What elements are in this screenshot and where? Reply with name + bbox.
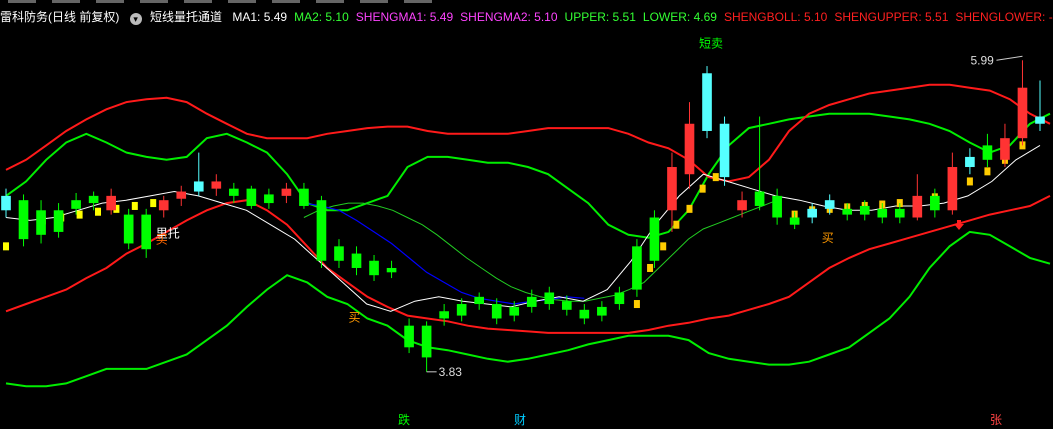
candlestick-chart: 5.993.83里托买买短卖买跌财张: [1, 36, 1051, 427]
candle-body: [772, 195, 782, 218]
candle-body: [1017, 87, 1028, 139]
candle-body: [386, 267, 397, 273]
candle-body: [561, 301, 572, 310]
candle-body: [316, 200, 327, 261]
candle-body: [509, 306, 520, 316]
signal-label-3: 短卖: [699, 36, 723, 50]
candle-body: [737, 200, 747, 211]
candle-body: [246, 188, 257, 206]
candle-body: [123, 214, 134, 244]
high-price-label: 5.99: [970, 53, 994, 67]
yellow-marker: [686, 204, 693, 213]
candle-body: [193, 181, 204, 192]
candle-body: [947, 167, 958, 211]
candle-body: [649, 217, 660, 261]
low-price-label: 3.83: [439, 365, 463, 379]
candle-body: [106, 195, 116, 211]
yellow-marker: [633, 300, 640, 309]
yellow-marker: [150, 199, 157, 208]
candle-body: [632, 246, 642, 290]
candle-body: [334, 246, 344, 261]
candle-body: [1035, 116, 1045, 124]
candle-body: [702, 73, 712, 131]
candle-body: [264, 194, 274, 204]
high-marker-arrow: [996, 55, 1023, 61]
yellow-marker: [95, 207, 102, 216]
candle-body: [88, 195, 99, 204]
candle-body: [930, 195, 940, 211]
candle-body: [53, 210, 64, 232]
candle-body: [579, 309, 590, 319]
candle-body: [807, 208, 817, 218]
candle-body: [824, 200, 835, 209]
candle-body: [404, 325, 414, 348]
candle-body: [158, 200, 169, 211]
shengma2-line: [303, 202, 585, 305]
yellow-marker: [76, 210, 83, 219]
candle-body: [456, 304, 467, 316]
candle-body: [36, 210, 46, 235]
yellow-marker: [131, 201, 138, 210]
bottom-label-1: 财: [514, 413, 526, 427]
upper-band-line: [5, 112, 1051, 239]
yellow-marker: [647, 263, 654, 272]
candle-body: [281, 188, 292, 196]
yellow-marker: [660, 242, 667, 251]
candle-body: [1000, 138, 1010, 160]
candle-body: [176, 191, 187, 199]
candle-body: [369, 260, 379, 276]
bottom-label-2: 张: [990, 413, 1002, 427]
candle-body: [912, 195, 923, 218]
candle-body: [544, 292, 555, 305]
candle-body: [1, 195, 11, 211]
yellow-marker: [3, 242, 9, 251]
candle-body: [754, 191, 765, 206]
yellow-marker: [699, 184, 706, 193]
candle-body: [614, 292, 625, 305]
candle-body: [684, 123, 695, 175]
candle-body: [894, 208, 905, 218]
candle-body: [526, 296, 537, 307]
candle-body: [211, 181, 222, 189]
ma2-line: [303, 199, 778, 302]
yellow-marker: [966, 177, 973, 186]
bottom-label-0: 跌: [398, 412, 410, 427]
candle-body: [877, 208, 888, 218]
candle-body: [719, 123, 730, 178]
lower-band-line: [5, 230, 1051, 388]
candle-body: [982, 145, 993, 160]
candle-body: [474, 296, 485, 305]
candle-body: [351, 253, 362, 268]
candle-body: [789, 217, 800, 225]
candle-body: [859, 205, 870, 215]
candle-body: [965, 156, 975, 168]
candle-body: [667, 167, 677, 211]
signal-label-4: 买: [822, 231, 834, 245]
candle-body: [439, 311, 449, 319]
yellow-marker: [673, 220, 680, 229]
signal-label-1: 买: [156, 232, 168, 246]
candle-body: [491, 304, 502, 319]
signal-label-2: 买: [349, 310, 361, 324]
sheng-lower-line: [5, 195, 1051, 334]
candle-body: [299, 188, 309, 206]
candle-body: [597, 306, 607, 316]
candle-body: [71, 200, 81, 209]
candle-body: [229, 188, 239, 196]
candle-body: [842, 208, 853, 215]
yellow-marker: [712, 173, 719, 182]
candle-body: [141, 214, 152, 250]
candle-body: [18, 200, 29, 240]
yellow-marker: [984, 167, 991, 176]
candle-body: [421, 325, 432, 358]
